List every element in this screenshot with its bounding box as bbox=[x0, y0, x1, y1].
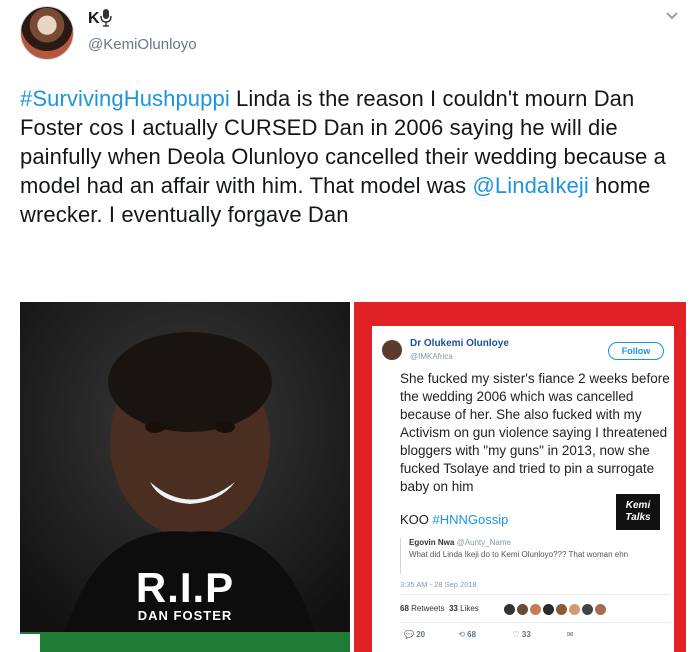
embedded-hashtag: #HNNGossip bbox=[432, 512, 509, 527]
embedded-reply: Egovin Nwa @Aunty_Name What did Linda Ik… bbox=[400, 538, 668, 574]
reply-count: 💬 20 bbox=[404, 630, 426, 639]
avatar[interactable] bbox=[20, 6, 74, 60]
display-name[interactable]: K bbox=[88, 10, 100, 28]
green-strip bbox=[20, 632, 350, 652]
chevron-down-icon[interactable] bbox=[664, 8, 680, 24]
reply-author-handle: @Aunty_Name bbox=[456, 538, 511, 547]
reply-text: What did Linda Ikeji do to Kemi Olunloyo… bbox=[409, 550, 629, 559]
retweet-count: ⟲ 68 bbox=[458, 630, 477, 639]
user-handle[interactable]: @KemiOlunloyo bbox=[88, 36, 197, 53]
embedded-timestamp: 3:35 AM - 28 Sep 2018 bbox=[400, 580, 477, 589]
embedded-tweet-card: Dr Olukemi Olunloye @IMKAfrica Follow Sh… bbox=[372, 326, 674, 652]
divider bbox=[400, 594, 670, 595]
tweet-card: K @KemiOlunloyo #SurvivingHushpuppi Lind… bbox=[0, 0, 700, 652]
embedded-actions: 💬 20 ⟲ 68 ♡ 33 ✉ bbox=[404, 630, 644, 639]
dm-icon: ✉ bbox=[566, 630, 574, 639]
embedded-tweet-text: She fucked my sister's fiance 2 weeks be… bbox=[400, 371, 670, 494]
like-count: ♡ 33 bbox=[512, 630, 531, 639]
divider bbox=[400, 622, 670, 623]
rip-title: R.I.P bbox=[135, 564, 235, 611]
rip-name: DAN FOSTER bbox=[137, 608, 233, 623]
microphone-icon bbox=[100, 9, 112, 27]
tweet-text: #SurvivingHushpuppi Linda is the reason … bbox=[20, 84, 690, 229]
tweet-media: R.I.P DAN FOSTER Dr Olukemi Olunloye @IM… bbox=[20, 302, 686, 652]
embedded-tag-line: KOO #HNNGossip bbox=[400, 512, 508, 527]
white-corner bbox=[20, 634, 40, 652]
media-photo-left[interactable]: R.I.P DAN FOSTER bbox=[20, 302, 350, 652]
reply-author-name: Egovin Nwa bbox=[409, 538, 455, 547]
liker-avatars bbox=[504, 602, 608, 620]
embedded-handle: @IMKAfrica bbox=[410, 352, 453, 361]
retweets-label: Retweets bbox=[411, 604, 445, 613]
follow-button: Follow bbox=[608, 342, 664, 360]
mention-link[interactable]: @LindaIkeji bbox=[472, 173, 588, 198]
media-photo-right[interactable]: Dr Olukemi Olunloye @IMKAfrica Follow Sh… bbox=[354, 302, 686, 652]
kemi-talks-logo: Kemi Talks bbox=[616, 494, 660, 530]
hashtag-link[interactable]: #SurvivingHushpuppi bbox=[20, 86, 230, 111]
retweets-count: 68 bbox=[400, 604, 409, 613]
likes-label: Likes bbox=[460, 604, 479, 613]
reply-author: Egovin Nwa @Aunty_Name bbox=[409, 538, 668, 547]
embedded-name: Dr Olukemi Olunloye bbox=[410, 338, 509, 349]
likes-count: 33 bbox=[448, 604, 458, 613]
embedded-avatar bbox=[382, 340, 402, 360]
embedded-stats: 68 Retweets 33 Likes bbox=[400, 604, 479, 613]
embedded-tag-prefix: KOO bbox=[400, 512, 433, 527]
